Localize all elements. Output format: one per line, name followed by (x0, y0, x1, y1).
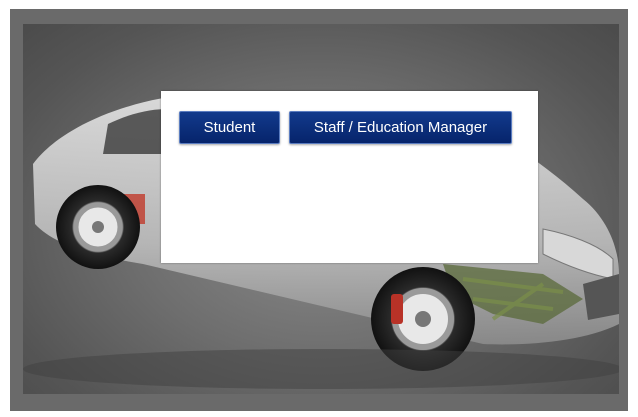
background-stage: Student Staff / Education Manager (23, 24, 619, 394)
student-button[interactable]: Student (179, 111, 280, 144)
role-selection-dialog: Student Staff / Education Manager (161, 91, 538, 263)
window-frame: Student Staff / Education Manager (10, 9, 628, 411)
staff-education-manager-button[interactable]: Staff / Education Manager (289, 111, 512, 144)
